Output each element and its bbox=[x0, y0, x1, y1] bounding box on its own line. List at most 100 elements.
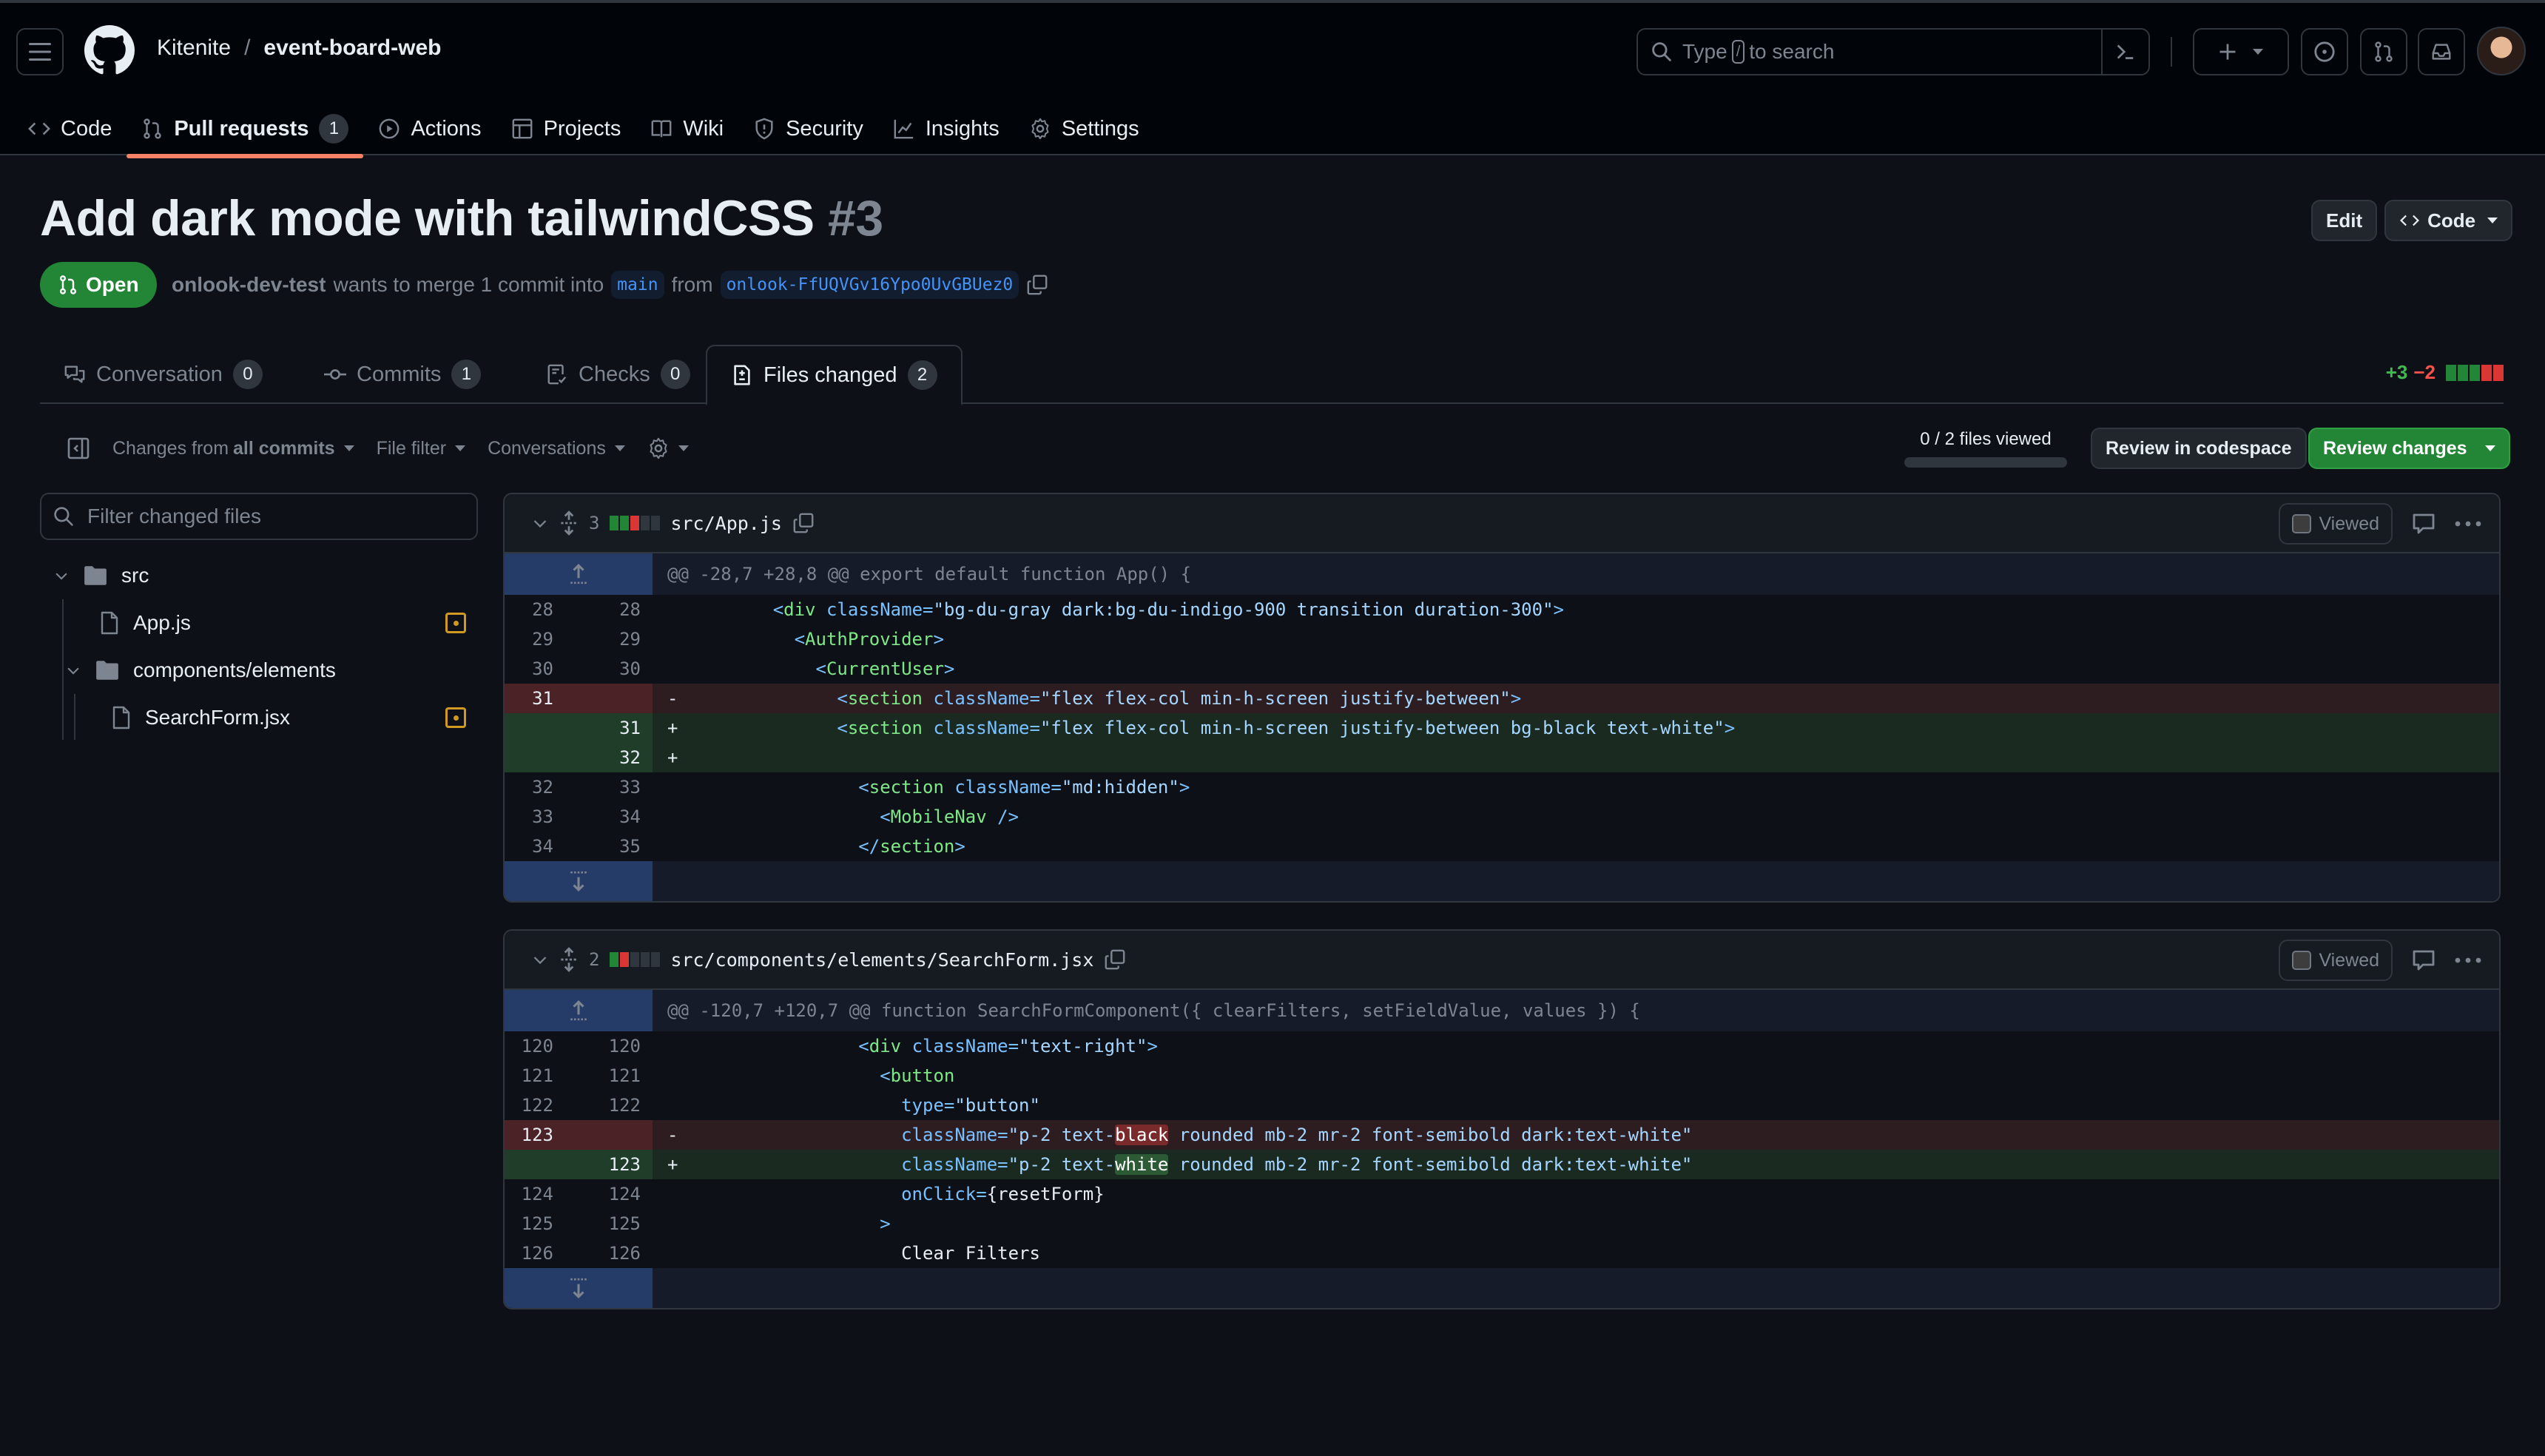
base-branch[interactable]: main bbox=[611, 271, 664, 299]
new-line-number[interactable]: 30 bbox=[579, 654, 653, 684]
new-line-number[interactable]: 122 bbox=[579, 1091, 653, 1120]
comment-icon[interactable] bbox=[2412, 949, 2436, 971]
issues-button[interactable] bbox=[2301, 28, 2348, 75]
new-line-number[interactable]: 34 bbox=[579, 802, 653, 832]
expand-up-button[interactable] bbox=[505, 990, 653, 1031]
old-line-number[interactable]: 126 bbox=[505, 1238, 579, 1268]
new-line-number[interactable] bbox=[579, 684, 653, 713]
copy-icon[interactable] bbox=[1104, 948, 1126, 971]
new-line-number[interactable]: 121 bbox=[579, 1061, 653, 1091]
github-logo-icon[interactable] bbox=[84, 25, 135, 75]
command-palette-button[interactable] bbox=[2101, 30, 2148, 74]
old-line-number[interactable] bbox=[505, 713, 579, 743]
inbox-button[interactable] bbox=[2418, 28, 2465, 75]
kebab-horizontal-icon[interactable] bbox=[2455, 957, 2481, 964]
tab-files-changed[interactable]: Files changed 2 bbox=[706, 345, 963, 405]
tab-checks[interactable]: Checks 0 bbox=[522, 345, 714, 404]
review-in-codespace-button[interactable]: Review in codespace bbox=[2091, 428, 2307, 469]
tree-folder-components-elements[interactable]: components/elements bbox=[40, 647, 478, 694]
repo-link[interactable]: event-board-web bbox=[263, 36, 441, 61]
old-line-number[interactable]: 33 bbox=[505, 802, 579, 832]
search-input[interactable]: Type / to search bbox=[1636, 28, 2150, 75]
old-line-number[interactable]: 31 bbox=[505, 684, 579, 713]
repo-nav-settings[interactable]: Settings bbox=[1014, 101, 1154, 157]
new-line-number[interactable]: 32 bbox=[579, 743, 653, 772]
expand-down-button[interactable] bbox=[505, 1268, 653, 1308]
copy-icon[interactable] bbox=[792, 512, 815, 534]
line-numbers: 123 bbox=[505, 1120, 653, 1150]
kebab-horizontal-icon[interactable] bbox=[2455, 520, 2481, 528]
new-line-number[interactable]: 35 bbox=[579, 832, 653, 861]
filter-changed-files-input[interactable]: Filter changed files bbox=[40, 493, 478, 540]
old-line-number[interactable]: 29 bbox=[505, 624, 579, 654]
new-line-number[interactable]: 31 bbox=[579, 713, 653, 743]
new-line-number[interactable]: 33 bbox=[579, 772, 653, 802]
expand-down-button[interactable] bbox=[505, 861, 653, 901]
head-branch[interactable]: onlook-FfUQVGv16Ypo0UvGBUez0 bbox=[720, 271, 1019, 299]
create-new-button[interactable] bbox=[2193, 28, 2289, 75]
changes-from-dropdown[interactable]: Changes from all commits bbox=[112, 438, 354, 459]
file-change-count: 2 bbox=[589, 949, 600, 970]
diff-line-added: 123 + className="p-2 text-white rounded m… bbox=[505, 1150, 2499, 1179]
old-line-number[interactable]: 32 bbox=[505, 772, 579, 802]
chevron-down-icon[interactable] bbox=[531, 951, 549, 968]
diff-settings-dropdown[interactable] bbox=[647, 437, 689, 459]
repo-nav-pull-requests[interactable]: Pull requests 1 bbox=[127, 101, 364, 158]
old-line-number[interactable]: 123 bbox=[505, 1120, 579, 1150]
repo-nav-actions[interactable]: Actions bbox=[363, 101, 496, 157]
repo-nav-code[interactable]: Code bbox=[0, 101, 127, 157]
repo-nav-projects[interactable]: Projects bbox=[496, 101, 636, 157]
comment-icon[interactable] bbox=[2412, 513, 2436, 535]
open-global-nav-button[interactable] bbox=[16, 28, 64, 75]
new-line-number[interactable]: 28 bbox=[579, 595, 653, 624]
owner-link[interactable]: Kitenite bbox=[157, 36, 231, 61]
edit-title-button[interactable]: Edit bbox=[2311, 200, 2378, 241]
new-line-number[interactable]: 123 bbox=[579, 1150, 653, 1179]
old-line-number[interactable]: 125 bbox=[505, 1209, 579, 1238]
file-path[interactable]: src/components/elements/SearchForm.jsx bbox=[670, 949, 1093, 971]
old-line-number[interactable]: 34 bbox=[505, 832, 579, 861]
tree-file-app-js[interactable]: App.js bbox=[40, 599, 478, 647]
tree-folder-src[interactable]: src bbox=[40, 552, 478, 599]
old-line-number[interactable] bbox=[505, 743, 579, 772]
file-path[interactable]: src/App.js bbox=[670, 513, 782, 534]
pr-author-link[interactable]: onlook-dev-test bbox=[172, 273, 326, 297]
old-line-number[interactable] bbox=[505, 1150, 579, 1179]
new-line-number[interactable] bbox=[579, 1120, 653, 1150]
old-line-number[interactable]: 122 bbox=[505, 1091, 579, 1120]
conversations-dropdown[interactable]: Conversations bbox=[488, 438, 625, 459]
old-line-number[interactable]: 28 bbox=[505, 595, 579, 624]
file-filter-dropdown[interactable]: File filter bbox=[377, 438, 466, 459]
new-line-number[interactable]: 125 bbox=[579, 1209, 653, 1238]
repo-nav-security[interactable]: Security bbox=[738, 101, 878, 157]
pull-requests-button[interactable] bbox=[2360, 28, 2407, 75]
new-line-number[interactable]: 124 bbox=[579, 1179, 653, 1209]
tab-conversation[interactable]: Conversation 0 bbox=[40, 345, 286, 404]
tab-commits[interactable]: Commits 1 bbox=[300, 345, 505, 404]
new-line-number[interactable]: 126 bbox=[579, 1238, 653, 1268]
viewed-checkbox[interactable]: Viewed bbox=[2279, 503, 2393, 545]
new-line-number[interactable]: 120 bbox=[579, 1031, 653, 1061]
tree-file-searchform-jsx[interactable]: SearchForm.jsx bbox=[40, 694, 478, 741]
unfold-icon[interactable] bbox=[559, 510, 579, 536]
chevron-down-icon[interactable] bbox=[531, 514, 549, 532]
unfold-icon[interactable] bbox=[559, 947, 579, 972]
repo-nav-wiki[interactable]: Wiki bbox=[636, 101, 738, 157]
fold-down-icon bbox=[570, 871, 587, 892]
pr-tabs: Conversation 0 Commits 1 Checks 0 Files … bbox=[40, 345, 2504, 405]
pr-state-label: Open bbox=[86, 273, 139, 296]
new-line-number[interactable]: 29 bbox=[579, 624, 653, 654]
old-line-number[interactable]: 120 bbox=[505, 1031, 579, 1061]
sidebar-collapse-icon[interactable] bbox=[67, 437, 90, 460]
old-line-number[interactable]: 30 bbox=[505, 654, 579, 684]
review-changes-button[interactable]: Review changes bbox=[2308, 428, 2510, 469]
repo-nav-insights[interactable]: Insights bbox=[878, 101, 1014, 157]
user-avatar[interactable] bbox=[2477, 27, 2526, 75]
old-line-number[interactable]: 124 bbox=[505, 1179, 579, 1209]
expand-up-button[interactable] bbox=[505, 553, 653, 595]
viewed-checkbox[interactable]: Viewed bbox=[2279, 940, 2393, 981]
old-line-number[interactable]: 121 bbox=[505, 1061, 579, 1091]
diff-marker bbox=[667, 1031, 709, 1061]
copy-icon[interactable] bbox=[1026, 274, 1048, 296]
code-dropdown-button[interactable]: Code bbox=[2384, 200, 2513, 241]
